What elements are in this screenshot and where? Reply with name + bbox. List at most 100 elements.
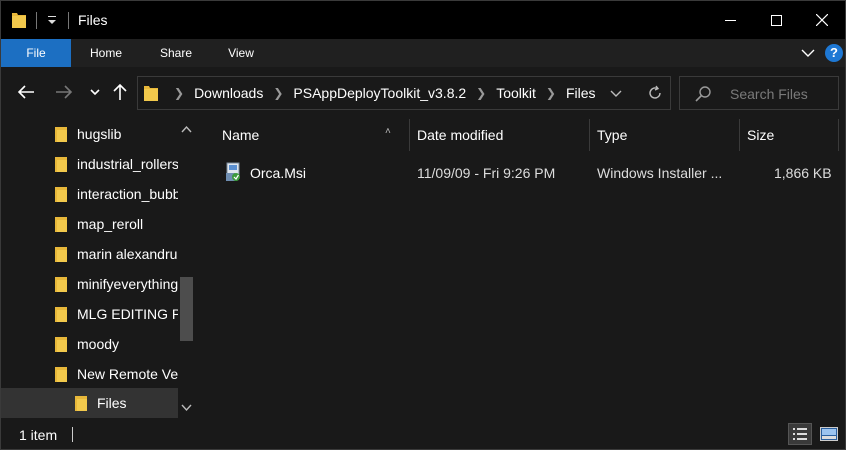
nav-item-label: moody (77, 336, 120, 352)
tab-view[interactable]: View (206, 39, 276, 67)
details-view-icon (793, 428, 807, 440)
search-box[interactable]: Search Files (679, 76, 839, 110)
minimize-button[interactable] (707, 1, 753, 39)
forward-arrow-icon (56, 85, 73, 99)
item-count: 1 item (19, 427, 58, 443)
breadcrumb: ❯ Downloads ❯ PSAppDeployToolkit_v3.8.2 … (144, 77, 596, 109)
nav-item-mlg-editing-pack[interactable]: MLG EDITING PACK (1, 299, 178, 329)
maximize-button[interactable] (753, 1, 799, 39)
column-header-date-modified[interactable]: Date modified (405, 119, 585, 151)
nav-item-interaction-bubbles[interactable]: interaction_bubbles (1, 179, 178, 209)
column-label: Name (222, 127, 260, 143)
folder-icon (55, 336, 67, 352)
search-input[interactable]: Search Files (730, 86, 808, 102)
scroll-down-icon[interactable] (181, 402, 192, 413)
nav-item-label: minifyeverything (77, 276, 178, 292)
column-header-type[interactable]: Type (585, 119, 735, 151)
chevron-down-icon (90, 89, 100, 96)
file-row[interactable]: Orca.Msi 11/09/09 - Fri 9:26 PM Windows … (214, 159, 836, 187)
address-dropdown-icon[interactable] (610, 86, 622, 100)
folder-icon[interactable] (12, 12, 26, 28)
nav-item-label: Files (97, 395, 127, 411)
back-button[interactable] (15, 81, 37, 103)
folder-icon (55, 216, 67, 232)
folder-icon (55, 126, 67, 142)
back-arrow-icon (17, 85, 34, 99)
chevron-right-icon[interactable]: ❯ (546, 86, 556, 100)
column-header-size[interactable]: Size (735, 119, 835, 151)
nav-item-industrial-rollers[interactable]: industrial_rollers (1, 149, 178, 179)
msi-installer-icon (226, 162, 240, 181)
customize-quick-access-icon[interactable] (47, 14, 57, 30)
search-icon (695, 86, 711, 102)
folder-icon (55, 306, 67, 322)
file-size: 1,866 KB (774, 165, 832, 181)
nav-item-new-remote-vehicles[interactable]: New Remote Vehicles (1, 359, 178, 389)
up-button[interactable] (109, 81, 131, 103)
navigation-bar: ❯ Downloads ❯ PSAppDeployToolkit_v3.8.2 … (1, 67, 845, 119)
recent-locations-button[interactable] (84, 81, 106, 103)
folder-icon (55, 276, 67, 292)
help-icon[interactable]: ? (825, 44, 843, 62)
ribbon-tabs: File Home Share View ? (1, 39, 845, 67)
sort-ascending-icon: ˄ (385, 126, 391, 137)
explorer-window: Files File Home Share View ? ❯ Downloads… (0, 0, 846, 450)
folder-icon (75, 395, 87, 411)
status-bar: 1 item (1, 419, 845, 449)
breadcrumb-files[interactable]: Files (566, 85, 596, 101)
nav-item-label: MLG EDITING PACK (77, 306, 178, 322)
navigation-pane: hugslib industrial_rollers interaction_b… (1, 119, 198, 419)
folder-icon (55, 156, 67, 172)
column-header-name[interactable]: Name ˄ (210, 119, 408, 151)
folder-icon (55, 186, 67, 202)
nav-item-label: map_reroll (77, 216, 144, 232)
minimize-icon (724, 19, 736, 21)
tab-share[interactable]: Share (141, 39, 211, 67)
nav-item-map-reroll[interactable]: map_reroll (1, 209, 178, 239)
breadcrumb-downloads[interactable]: Downloads (194, 85, 263, 101)
column-label: Size (747, 127, 775, 143)
nav-item-label: interaction_bubbles (77, 186, 178, 202)
close-button[interactable] (799, 1, 845, 39)
file-name: Orca.Msi (250, 165, 306, 181)
status-divider (72, 427, 73, 442)
large-icons-view-button[interactable] (817, 423, 841, 445)
column-label: Type (597, 127, 628, 143)
quick-access-divider (36, 12, 37, 29)
file-type: Windows Installer ... (597, 165, 723, 181)
maximize-icon (770, 14, 782, 26)
nav-item-moody[interactable]: moody (1, 329, 178, 359)
address-bar[interactable]: ❯ Downloads ❯ PSAppDeployToolkit_v3.8.2 … (137, 76, 671, 110)
file-list: Name ˄ Date modified Type Size Orca.Msi … (198, 119, 845, 419)
breadcrumb-toolkit[interactable]: Toolkit (496, 85, 536, 101)
nav-item-label: marin alexandru (77, 246, 178, 262)
nav-item-minifyeverything[interactable]: minifyeverything (1, 269, 178, 299)
title-divider (68, 12, 69, 29)
nav-item-hugslib[interactable]: hugslib (1, 119, 178, 149)
forward-button[interactable] (53, 81, 75, 103)
tab-home[interactable]: Home (71, 39, 141, 67)
nav-item-files[interactable]: Files (1, 388, 178, 418)
scrollbar-thumb[interactable] (180, 277, 193, 341)
expand-ribbon-chevron-icon[interactable] (801, 46, 815, 60)
title-bar: Files (1, 1, 845, 39)
scroll-up-icon[interactable] (181, 124, 192, 135)
chevron-right-icon[interactable]: ❯ (273, 86, 283, 100)
nav-item-label: hugslib (77, 126, 122, 142)
file-date-modified: 11/09/09 - Fri 9:26 PM (417, 165, 556, 181)
details-view-button[interactable] (788, 423, 812, 445)
chevron-right-icon[interactable]: ❯ (476, 86, 486, 100)
folder-icon (55, 246, 67, 262)
navigation-scrollbar[interactable] (178, 119, 195, 419)
close-icon (816, 14, 828, 26)
refresh-icon[interactable] (646, 84, 664, 102)
large-icons-view-icon (820, 427, 838, 441)
column-label: Date modified (417, 127, 504, 143)
breadcrumb-psappdeploytoolkit[interactable]: PSAppDeployToolkit_v3.8.2 (293, 85, 466, 101)
nav-item-label: New Remote Vehicles (77, 366, 178, 382)
column-divider[interactable] (838, 119, 839, 151)
window-title: Files (78, 12, 108, 28)
chevron-right-icon[interactable]: ❯ (174, 86, 184, 100)
nav-item-marin-alexandru[interactable]: marin alexandru (1, 239, 178, 269)
tab-file[interactable]: File (1, 39, 71, 67)
